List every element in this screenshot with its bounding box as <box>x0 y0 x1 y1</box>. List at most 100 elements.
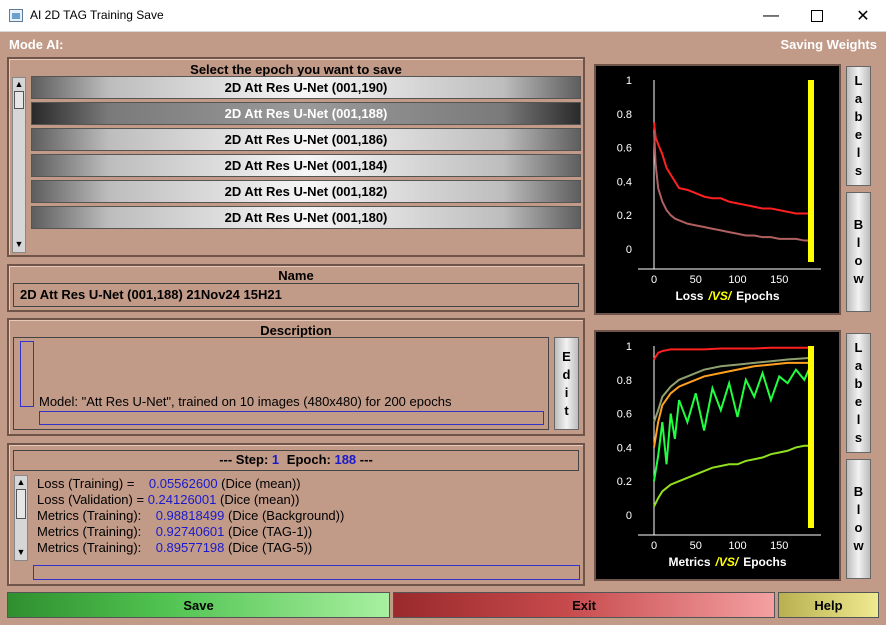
vertical-letter: e <box>854 394 863 409</box>
chart-title: Loss/VS/Epochs <box>675 289 779 303</box>
close-button[interactable]: ✕ <box>840 0 886 31</box>
y-tick-label: 0 <box>626 244 632 256</box>
chart-title-part: /VS/ <box>715 555 740 569</box>
epoch-item[interactable]: 2D Att Res U-Net (001,182) <box>31 180 581 203</box>
x-tick-label: 0 <box>651 540 657 552</box>
chart-title-part: Metrics <box>668 555 710 569</box>
metric-unit: (Dice (mean)) <box>216 492 300 507</box>
description-box[interactable]: Model: "Att Res U-Net", trained on 10 im… <box>13 337 549 430</box>
blow-button-top[interactable]: Blow <box>846 192 871 312</box>
metrics-chart: 0 0.2 0.4 0.6 0.8 1 0 50 100 150 Metrics/VS/Epochs <box>594 330 841 581</box>
metric-label: Metrics (Training): <box>37 524 156 539</box>
labels-button-top[interactable]: Labels <box>846 66 871 186</box>
metric-unit: (Dice (mean)) <box>217 476 301 491</box>
scroll-thumb[interactable] <box>16 489 26 519</box>
epoch-item[interactable]: 2D Att Res U-Net (001,190) <box>31 76 581 99</box>
y-tick-label: 0.6 <box>617 143 632 155</box>
description-text: Model: "Att Res U-Net", trained on 10 im… <box>39 394 452 409</box>
metric-label: Loss (Training) = <box>37 476 149 491</box>
metric-row: Metrics (Training): 0.92740601 (Dice (TA… <box>37 524 312 539</box>
y-tick-label: 0.4 <box>617 442 632 454</box>
maximize-icon <box>811 9 823 22</box>
metric-row: Metrics (Training): 0.89577198 (Dice (TA… <box>37 540 312 555</box>
y-tick-label: 0.2 <box>617 210 632 222</box>
chart-title-part: /VS/ <box>707 289 732 303</box>
step-suffix: --- <box>359 452 373 467</box>
series-line <box>653 444 811 507</box>
metrics-scrollbar[interactable]: ▲ ▼ <box>14 475 28 561</box>
y-tick-label: 0.8 <box>617 375 632 387</box>
window-title: AI 2D TAG Training Save <box>30 8 164 22</box>
minimize-icon: — <box>763 6 779 24</box>
vertical-letter: B <box>853 217 864 232</box>
epoch-list-scrollbar[interactable]: ▲ ▼ <box>12 77 26 253</box>
epoch-value: 188 <box>334 452 357 467</box>
vertical-letter: t <box>564 402 569 418</box>
title-bar: AI 2D TAG Training Save — ✕ <box>0 0 886 32</box>
description-title: Description <box>260 323 332 338</box>
x-tick-label: 100 <box>728 274 746 286</box>
vertical-letter: o <box>854 520 863 535</box>
metric-value: 0.98818499 <box>155 508 225 523</box>
loss-chart: 0 0.2 0.4 0.6 0.8 1 0 50 100 150 Loss/VS/Epochs <box>594 64 841 315</box>
name-field[interactable]: 2D Att Res U-Net (001,188) 21Nov24 15H21 <box>13 283 579 307</box>
scroll-up-icon[interactable]: ▲ <box>15 476 27 488</box>
minimize-button[interactable]: — <box>748 0 794 31</box>
x-tick-label: 100 <box>728 540 746 552</box>
vertical-letter: e <box>854 127 863 142</box>
metric-value: 0.05562600 <box>148 476 218 491</box>
save-button[interactable]: Save <box>7 592 390 618</box>
chart-title-part: Epochs <box>743 555 787 569</box>
epoch-item[interactable]: 2D Att Res U-Net (001,180) <box>31 206 581 229</box>
metric-row: Loss (Validation) = 0.24126001 (Dice (me… <box>37 492 299 507</box>
vertical-letter: o <box>854 253 863 268</box>
name-title: Name <box>278 268 314 283</box>
y-tick-label: 1 <box>626 75 632 87</box>
x-tick-label: 150 <box>770 540 788 552</box>
y-tick-label: 0.8 <box>617 109 632 121</box>
edit-button[interactable]: Edit <box>554 337 579 430</box>
y-tick-label: 0.4 <box>617 176 632 188</box>
scroll-up-icon[interactable]: ▲ <box>13 78 25 90</box>
scroll-down-icon[interactable]: ▼ <box>13 238 25 250</box>
exit-button[interactable]: Exit <box>393 592 775 618</box>
epoch-item[interactable]: 2D Att Res U-Net (001,188) <box>31 102 581 125</box>
scroll-down-icon[interactable]: ▼ <box>15 546 27 558</box>
vertical-letter: l <box>856 502 861 517</box>
vertical-letter: l <box>856 235 861 250</box>
metric-row: Loss (Training) = 0.05562600 (Dice (mean… <box>37 476 301 491</box>
vertical-letter: b <box>854 109 863 124</box>
step-value: 1 <box>271 452 280 467</box>
saving-weights-label: Saving Weights <box>780 37 877 52</box>
metric-value: 0.89577198 <box>155 540 225 555</box>
epoch-label: Epoch: <box>286 452 331 467</box>
series-line <box>653 122 811 215</box>
x-tick-label: 150 <box>770 274 788 286</box>
blow-button-bottom[interactable]: Blow <box>846 459 871 579</box>
chart-title-part: Epochs <box>736 289 780 303</box>
epoch-item[interactable]: 2D Att Res U-Net (001,186) <box>31 128 581 151</box>
vertical-letter: a <box>854 91 863 106</box>
metric-value: 0.24126001 <box>147 492 217 507</box>
vertical-letter: s <box>854 163 863 178</box>
x-tick-label: 50 <box>690 540 702 552</box>
loss-chart-svg: 0 0.2 0.4 0.6 0.8 1 0 50 100 150 Loss/VS/Epochs <box>617 75 821 303</box>
metric-unit: (Dice (TAG-5)) <box>224 540 313 555</box>
vertical-letter: d <box>562 366 571 382</box>
selected-epoch-marker <box>807 346 814 528</box>
metric-label: Metrics (Training): <box>37 540 156 555</box>
help-button[interactable]: Help <box>778 592 879 618</box>
maximize-button[interactable] <box>794 0 840 31</box>
vertical-letter: L <box>854 73 863 88</box>
scroll-thumb[interactable] <box>14 91 24 109</box>
labels-button-bottom[interactable]: Labels <box>846 333 871 453</box>
chart-title: Metrics/VS/Epochs <box>668 555 786 569</box>
series-line <box>653 346 811 361</box>
epoch-item[interactable]: 2D Att Res U-Net (001,184) <box>31 154 581 177</box>
y-tick-label: 1 <box>626 341 632 353</box>
metric-unit: (Dice (Background)) <box>224 508 345 523</box>
y-tick-label: 0.6 <box>617 409 632 421</box>
vertical-letter: w <box>853 271 864 286</box>
vertical-letter: E <box>562 348 571 364</box>
vertical-letter: s <box>854 430 863 445</box>
